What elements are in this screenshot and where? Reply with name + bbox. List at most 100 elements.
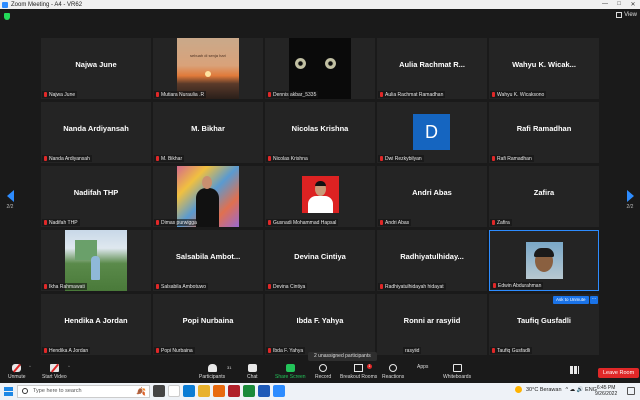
participant-tile[interactable]: M. Bikhar M. Bikhar [153, 102, 263, 163]
excel-icon[interactable] [243, 385, 255, 397]
participant-tile[interactable]: Salsabila Ambot... Salsabila Ambotuwo [153, 230, 263, 291]
participants-button[interactable]: 31 Participants [199, 364, 231, 380]
apps-label: Apps [417, 364, 429, 370]
participant-display-name: Taufiq Gusfadli [516, 316, 572, 325]
participant-name-label: Dimas purwigga [161, 219, 197, 226]
ask-to-unmute-button[interactable]: Ask to Unmute [553, 296, 589, 304]
profile-picture [302, 176, 339, 213]
breakout-rooms-label: Breakout Rooms [340, 374, 378, 380]
unassigned-participants-notice[interactable]: 2 unassigned participants [308, 352, 377, 361]
participant-tile[interactable]: sebuah di senja hari Mutiara Nuraulia .R [153, 38, 263, 99]
person-image [91, 256, 100, 280]
more-options-button[interactable]: ··· [590, 296, 598, 304]
participant-tile[interactable]: Nanda Ardiyansah Nanda Ardiyansah [41, 102, 151, 163]
participant-tile[interactable]: Dimas purwigga [153, 166, 263, 227]
record-button[interactable]: Record [315, 364, 331, 380]
photo-caption: sebuah di senja hari [190, 53, 226, 58]
participant-tile[interactable]: Aulia Rachmat R... Aulia Rachmat Ramadha… [377, 38, 487, 99]
participant-name-label: Dwi Rezkybilyan [385, 155, 422, 162]
participant-tile[interactable]: Gusnadi Mohammad Hapsal [265, 166, 375, 227]
mic-muted-icon [156, 220, 159, 225]
weather-text[interactable]: 30°C Berawan [526, 387, 562, 393]
participant-tile[interactable]: Radhiyatulhiday... Radhiyatulhidayah hid… [377, 230, 487, 291]
next-page-button[interactable]: 2/2 [622, 190, 638, 210]
file-explorer-icon[interactable] [198, 385, 210, 397]
whiteboards-icon [452, 364, 462, 372]
taskbar-clock[interactable]: 6:45 PM 9/26/2022 [595, 385, 617, 397]
share-screen-icon [285, 364, 295, 372]
share-screen-button[interactable]: Share Screen [275, 364, 306, 380]
mic-muted-icon [268, 348, 271, 353]
reactions-button[interactable]: Reactions [382, 364, 404, 380]
breakout-rooms-button[interactable]: 1 Breakout Rooms [340, 364, 377, 380]
chat-label: Chat [247, 374, 258, 380]
close-button[interactable]: ✕ [626, 1, 640, 8]
weather-sun-icon [515, 386, 522, 393]
participant-tile[interactable]: Ronni ar rasyiid rasyiid [377, 294, 487, 355]
search-highlight-icon: 🍂 [136, 387, 146, 396]
prev-page-button[interactable]: 2/2 [2, 190, 18, 210]
view-button[interactable]: View [616, 12, 637, 18]
sunset-video-frame: sebuah di senja hari [177, 38, 239, 99]
video-options-caret[interactable]: ^ [68, 364, 70, 369]
mic-muted-icon [268, 220, 271, 225]
participant-tile[interactable]: Rafi Ramadhan Rafi Ramadhan [489, 102, 599, 163]
participant-name-label: Ikha Rahmawati [49, 283, 85, 290]
app-icon[interactable] [228, 385, 240, 397]
page-indicator-right: 2/2 [626, 204, 634, 210]
participant-tile[interactable]: Andri Abas Andri Abas [377, 166, 487, 227]
windows-taskbar: Type here to search 🍂 30°C Berawan ^ ☁ 🔊… [0, 383, 640, 400]
participant-tile[interactable]: Devina Cintiya Devina Cintiya [265, 230, 375, 291]
participant-name-label: Salsabila Ambotuwo [161, 283, 207, 290]
participant-tile[interactable]: Wahyu K. Wicak... Wahyu K. Wicaksono [489, 38, 599, 99]
task-view-icon[interactable] [153, 385, 165, 397]
maximize-button[interactable]: □ [612, 1, 626, 8]
mic-muted-icon [156, 348, 159, 353]
breakout-rooms-icon [354, 364, 364, 372]
participant-tile[interactable]: Ikha Rahmawati [41, 230, 151, 291]
participant-tile[interactable]: Popi Nurbaina Popi Nurbaina [153, 294, 263, 355]
audio-options-caret[interactable]: ^ [29, 364, 31, 369]
clock-date: 9/26/2022 [595, 391, 618, 397]
participant-tile[interactable]: Zafira Zafira [489, 166, 599, 227]
whiteboards-button[interactable]: Whiteboards [443, 364, 471, 380]
chat-button[interactable]: Chat [247, 364, 258, 380]
security-shield-icon[interactable] [4, 13, 10, 20]
participant-name-label: Wahyu K. Wicaksono [497, 91, 545, 98]
taskbar-search-box[interactable]: Type here to search 🍂 [17, 385, 150, 398]
participant-name-label: Najwa June [49, 91, 76, 98]
mic-muted-icon [380, 220, 383, 225]
participant-tile[interactable]: Hendika A Jordan Hendika A Jordan [41, 294, 151, 355]
participant-tile[interactable]: Nicolas Krishna Nicolas Krishna [265, 102, 375, 163]
apps-button[interactable]: Apps [417, 364, 579, 374]
chrome-icon[interactable] [168, 385, 180, 397]
mic-muted-icon [268, 156, 271, 161]
unmute-button[interactable]: Unmute [8, 364, 26, 380]
edge-icon[interactable] [183, 385, 195, 397]
start-video-button[interactable]: Start Video [42, 364, 67, 380]
leave-room-button[interactable]: Leave Room [598, 368, 640, 378]
cat-eye-image [325, 58, 336, 69]
participant-name-label: Mutiara Nuraulia .R [161, 91, 205, 98]
participant-tile[interactable]: Nadifah THP Nadifah THP [41, 166, 151, 227]
participant-tile[interactable]: D Dwi Rezkybilyan [377, 102, 487, 163]
notification-center-icon[interactable] [627, 387, 635, 395]
windows-start-button[interactable] [4, 387, 13, 396]
participant-display-name: M. Bikhar [191, 124, 225, 133]
participant-display-name: Hendika A Jordan [64, 316, 128, 325]
participant-display-name: Andri Abas [412, 188, 452, 197]
participant-tile[interactable]: Najwa June Najwa June [41, 38, 151, 99]
minimize-button[interactable]: — [598, 1, 612, 8]
participant-name-label: Rafi Ramadhan [497, 155, 532, 162]
participant-tile[interactable]: Ibda F. Yahya Ibda F. Yahya [265, 294, 375, 355]
participant-name-label: Ibda F. Yahya [273, 347, 304, 354]
participant-tile[interactable]: Dennis akbar_5335 [265, 38, 375, 99]
share-screen-label: Share Screen [275, 374, 306, 380]
tray-icons[interactable]: ^ ☁ 🔊 ENG [566, 387, 597, 393]
word-icon[interactable] [258, 385, 270, 397]
zoom-taskbar-icon[interactable] [273, 385, 285, 397]
mic-muted-icon [268, 284, 271, 289]
firefox-icon[interactable] [213, 385, 225, 397]
mic-muted-icon [492, 92, 495, 97]
participant-tile-hovered[interactable]: Edwin Abdurahman [489, 230, 599, 291]
